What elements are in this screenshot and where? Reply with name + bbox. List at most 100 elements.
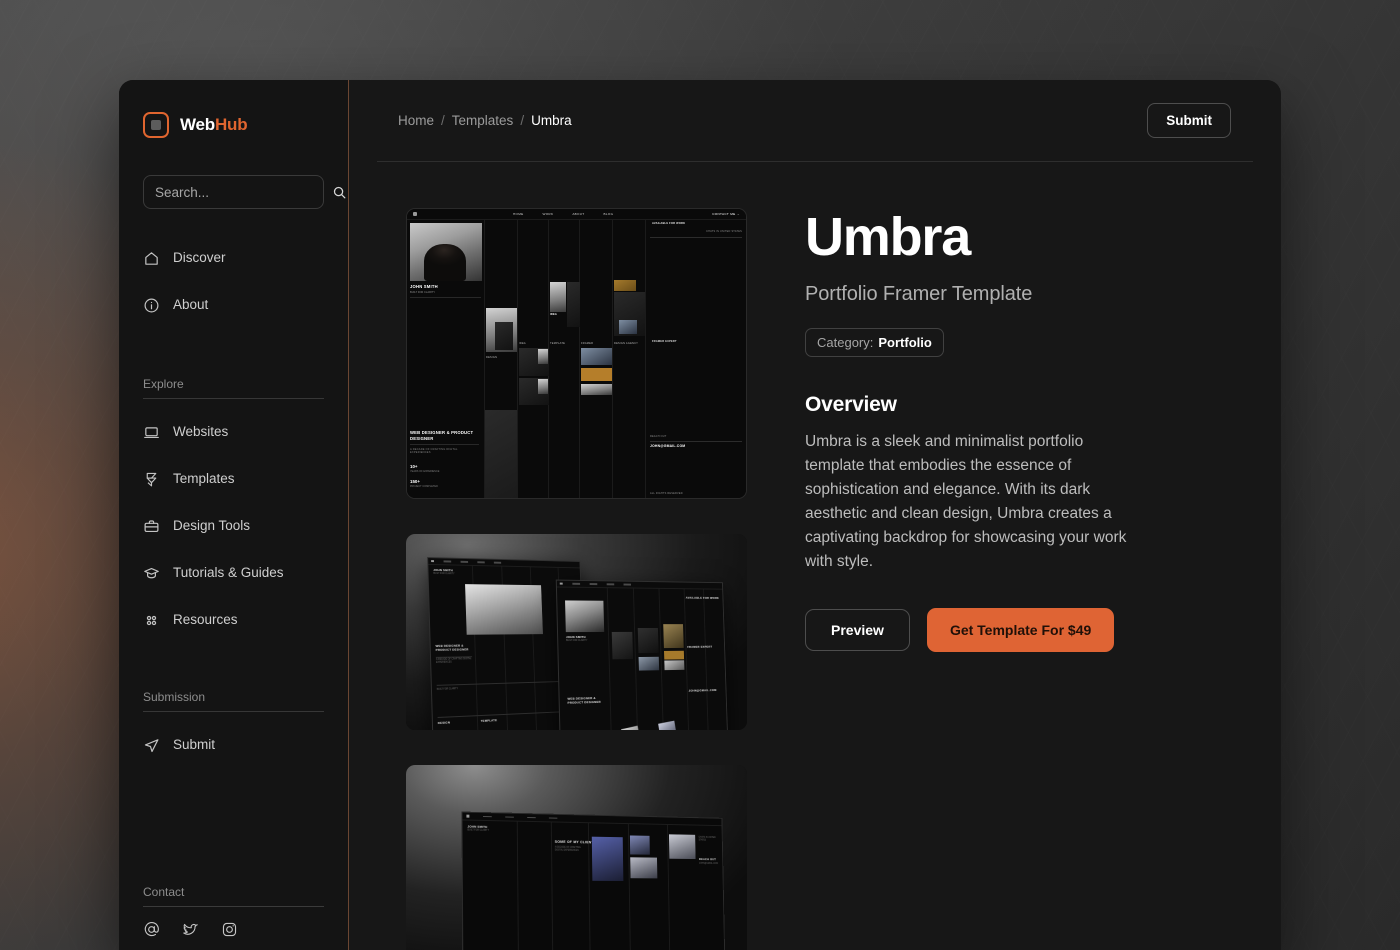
sidebar-item-label: About [173, 298, 208, 312]
twitter-icon[interactable] [182, 921, 199, 938]
pane-person-name: JOHN SMITH [433, 568, 453, 572]
angled-pane-home: JOHN SMITH BUILT FOR CLARITY WEB DESIGNE… [556, 580, 729, 731]
pane-headline: WEB DESIGNER & PRODUCT DESIGNER [436, 645, 472, 653]
sidebar-group-heading: Submission [143, 690, 324, 712]
sidebar-item-tutorials-guides[interactable]: Tutorials & Guides [143, 560, 324, 586]
pane-side-note: CHATS IN UNITED STATES [699, 837, 721, 844]
framer-icon [143, 471, 160, 488]
pane-headline-sub: A DECADE OF CRAFTING DIGITAL EXPERIENCES [436, 658, 472, 666]
sidebar-item-websites[interactable]: Websites [143, 419, 324, 445]
pane-person-role: BUILT FOR CLARITY [433, 573, 454, 577]
template-screenshot-2[interactable]: JOHN SMITH BUILT FOR CLARITY WEB DESIGNE… [406, 534, 747, 730]
pane-thumb [664, 661, 684, 671]
mini-nav-link: ABOUT [572, 212, 584, 216]
brand-name-primary: Web [180, 115, 215, 134]
mini-side-note: AVAILABLE FOR WORK [652, 222, 685, 225]
mini-thumb [614, 280, 636, 291]
angled-screens-scene: JOHN SMITH BUILT FOR CLARITY WEB DESIGNE… [406, 534, 747, 730]
preview-button[interactable]: Preview [805, 609, 910, 651]
submit-button[interactable]: Submit [1147, 103, 1231, 138]
mini-column-label: TEMPLATE [550, 342, 565, 345]
mini-divider [650, 237, 742, 238]
sidebar: WebHub Discover [119, 80, 349, 950]
sidebar-item-label: Submit [173, 738, 215, 752]
pane-nav-link [483, 816, 492, 818]
main-area: Home / Templates / Umbra Submit HOME [349, 80, 1281, 950]
mini-side-note: CHATS IN UNITED STATES [706, 230, 742, 233]
at-icon[interactable] [143, 921, 160, 938]
category-value: Portfolio [878, 335, 931, 350]
sidebar-primary-nav: Discover About [143, 245, 324, 339]
mini-column-4: IDEA TEMPLATE ALL RIGHTS RESERVED [549, 220, 580, 498]
sidebar-item-label: Discover [173, 251, 226, 265]
mini-logo-icon [466, 815, 469, 818]
mini-thumb [538, 349, 548, 364]
mini-logo-icon [431, 560, 433, 563]
pane-thumb [658, 721, 676, 730]
sidebar-item-submit[interactable]: Submit [143, 732, 324, 758]
mini-stat-number: 10+ [410, 464, 439, 469]
mini-stat-number: 150+ [410, 479, 439, 484]
pane-hero-image [465, 584, 543, 635]
pane-nav-link [527, 817, 536, 819]
pane-clients-heading: SOME OF MY CLIENTS [555, 840, 596, 845]
pane-side-note: FRAMER EXPERT [687, 645, 712, 649]
rounded-square-logo-icon [143, 112, 169, 138]
category-label: Category: [817, 335, 873, 350]
search-icon[interactable] [332, 185, 347, 200]
breadcrumb-item-templates[interactable]: Templates [452, 113, 514, 128]
get-template-button[interactable]: Get Template For $49 [927, 608, 1114, 652]
mini-thumb [619, 320, 637, 334]
mini-nav-link: BLOG [603, 212, 613, 216]
overview-text: Umbra is a sleek and minimalist portfoli… [805, 430, 1135, 574]
pane-portrait-image [565, 601, 604, 633]
mini-column-label: DESIGN AGENCY [614, 342, 638, 345]
pane-nav-link [477, 562, 484, 564]
sidebar-group-explore: Explore Websites Templates [143, 377, 324, 654]
instagram-icon[interactable] [221, 921, 238, 938]
mini-thumb [567, 282, 580, 327]
briefcase-icon [143, 518, 160, 535]
search-input[interactable] [155, 185, 332, 200]
sidebar-item-label: Design Tools [173, 519, 250, 533]
mini-nav: HOME WORK ABOUT BLOG CONTACT ME → [407, 209, 746, 220]
pane-thumb [638, 628, 659, 653]
sidebar-item-discover[interactable]: Discover [143, 245, 324, 271]
mini-headline-sub: A DECADE OF CRAFTING DIGITAL EXPERIENCES [410, 448, 479, 454]
sidebar-item-label: Templates [173, 472, 235, 486]
pane-section-heading: DESIGN [438, 721, 450, 726]
brand-logo[interactable]: WebHub [143, 112, 324, 138]
mini-divider [410, 444, 479, 445]
sidebar-item-resources[interactable]: Resources [143, 607, 324, 633]
mini-logo-icon [413, 212, 417, 216]
sidebar-item-label: Tutorials & Guides [173, 566, 284, 580]
sidebar-item-about[interactable]: About [143, 292, 324, 318]
info-circle-icon [143, 297, 160, 314]
mini-column-3: IDEA [518, 220, 549, 498]
sidebar-item-templates[interactable]: Templates [143, 466, 324, 492]
pane-gold-button [664, 651, 684, 660]
breadcrumb-item-home[interactable]: Home [398, 113, 434, 128]
search-box[interactable] [143, 175, 324, 209]
brand-name: WebHub [180, 115, 247, 135]
mini-thumb [550, 282, 566, 312]
topbar: Home / Templates / Umbra Submit [377, 80, 1253, 162]
pane-nav [557, 581, 722, 590]
template-screenshot-1[interactable]: HOME WORK ABOUT BLOG CONTACT ME → JOHN S… [406, 208, 747, 499]
sidebar-item-design-tools[interactable]: Design Tools [143, 513, 324, 539]
breadcrumb: Home / Templates / Umbra [398, 113, 572, 128]
sidebar-contact-heading: Contact [143, 885, 324, 907]
pane-thumb [630, 836, 650, 855]
mini-stat-label: PROJECT COMPLETED [410, 485, 439, 488]
pane-nav-link [589, 583, 597, 585]
pane-nav-link [505, 817, 514, 819]
mini-thumb [581, 384, 612, 395]
mini-headline-block: WEB DESIGNER & PRODUCT DESIGNER A DECADE… [410, 430, 479, 454]
mini-thumb [538, 379, 548, 394]
category-badge: Category: Portfolio [805, 328, 944, 357]
mini-column-label: IDEA [519, 342, 526, 345]
pane-contact-email: JOHN@GMAIL.COM [699, 863, 721, 866]
pane-thumb [639, 657, 660, 671]
pane-thumb [669, 835, 696, 860]
template-screenshot-3[interactable]: JOHN SMITH BUILT FOR CLARITY SOME OF MY … [406, 765, 747, 950]
